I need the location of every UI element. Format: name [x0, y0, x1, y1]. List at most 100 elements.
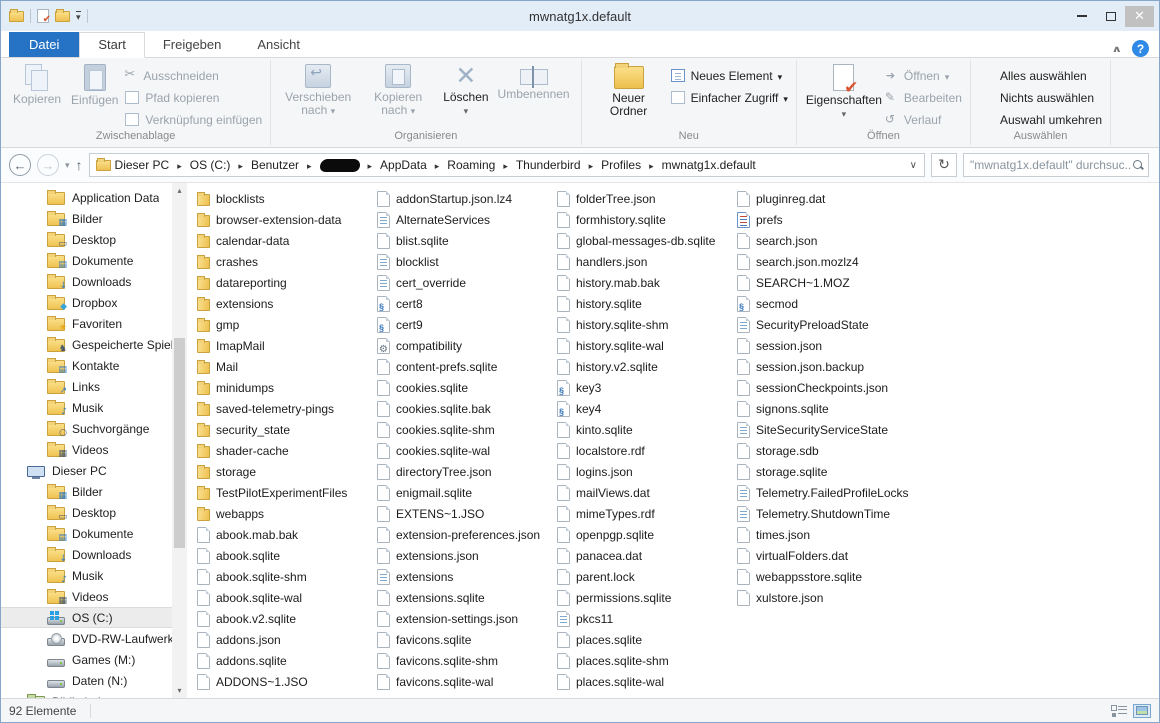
sidebar-item[interactable]: ♪ Musik: [1, 397, 172, 418]
breadcrumb-item[interactable]: Profiles: [581, 158, 641, 172]
sidebar-item[interactable]: Dieser PC: [1, 460, 172, 481]
file-item[interactable]: content-prefs.sqlite: [375, 356, 555, 377]
close-button[interactable]: ✕: [1125, 5, 1154, 27]
file-item[interactable]: extension-settings.json: [375, 608, 555, 629]
breadcrumb-item[interactable]: [299, 158, 360, 173]
file-item[interactable]: search.json: [735, 230, 915, 251]
file-item[interactable]: extensions.json: [375, 545, 555, 566]
move-to-button[interactable]: Verschieben nach: [279, 63, 357, 120]
file-item[interactable]: cookies.sqlite: [375, 377, 555, 398]
minimize-button[interactable]: [1067, 6, 1096, 27]
file-item[interactable]: abook.sqlite-wal: [195, 587, 375, 608]
file-item[interactable]: shader-cache: [195, 440, 375, 461]
breadcrumb-item[interactable]: OS (C:): [169, 158, 231, 172]
file-item[interactable]: SEARCH~1.MOZ: [735, 272, 915, 293]
file-item[interactable]: browser-extension-data: [195, 209, 375, 230]
file-item[interactable]: virtualFolders.dat: [735, 545, 915, 566]
file-item[interactable]: minidumps: [195, 377, 375, 398]
new-folder-icon[interactable]: [55, 8, 70, 22]
file-item[interactable]: key3: [555, 377, 735, 398]
file-item[interactable]: places.sqlite-wal: [555, 671, 735, 692]
file-item[interactable]: AlternateServices: [375, 209, 555, 230]
help-icon[interactable]: ?: [1132, 40, 1149, 57]
file-item[interactable]: Telemetry.ShutdownTime: [735, 503, 915, 524]
sidebar-item[interactable]: Games (M:): [1, 649, 172, 670]
easy-access-button[interactable]: Einfacher Zugriff: [670, 88, 788, 107]
file-item[interactable]: cert_override: [375, 272, 555, 293]
sidebar-item[interactable]: ★ Favoriten: [1, 313, 172, 334]
file-item[interactable]: history.sqlite: [555, 293, 735, 314]
file-item[interactable]: compatibility: [375, 335, 555, 356]
file-item[interactable]: blocklist: [375, 251, 555, 272]
customize-qat-chevron-icon[interactable]: ▾: [76, 11, 81, 22]
file-item[interactable]: parent.lock: [555, 566, 735, 587]
file-item[interactable]: crashes: [195, 251, 375, 272]
file-item[interactable]: permissions.sqlite: [555, 587, 735, 608]
file-item[interactable]: cert8: [375, 293, 555, 314]
breadcrumb-item[interactable]: Dieser PC: [115, 158, 170, 172]
file-item[interactable]: session.json.backup: [735, 356, 915, 377]
file-item[interactable]: storage.sdb: [735, 440, 915, 461]
sidebar-item[interactable]: ▤ Dokumente: [1, 523, 172, 544]
sidebar-item[interactable]: ▭ Desktop: [1, 229, 172, 250]
address-dropdown-chevron-icon[interactable]: ∨: [907, 160, 920, 171]
sidebar-item[interactable]: ▦ Videos: [1, 439, 172, 460]
open-button[interactable]: Öffnen: [885, 66, 962, 85]
edit-button[interactable]: Bearbeiten: [885, 88, 962, 107]
file-item[interactable]: abook.sqlite-shm: [195, 566, 375, 587]
file-item[interactable]: ADDONS~1.JSO: [195, 671, 375, 692]
file-item[interactable]: extensions: [375, 566, 555, 587]
file-item[interactable]: mailViews.dat: [555, 482, 735, 503]
file-item[interactable]: abook.sqlite: [195, 545, 375, 566]
paste-button[interactable]: Einfügen: [67, 63, 122, 108]
file-item[interactable]: history.v2.sqlite: [555, 356, 735, 377]
file-item[interactable]: cookies.sqlite-wal: [375, 440, 555, 461]
select-all-button[interactable]: Alles auswählen: [979, 66, 1102, 85]
file-item[interactable]: storage.sqlite: [735, 461, 915, 482]
invert-selection-button[interactable]: Auswahl umkehren: [979, 110, 1102, 129]
tab-start[interactable]: Start: [79, 32, 145, 58]
file-item[interactable]: xulstore.json: [735, 587, 915, 608]
file-item[interactable]: favicons.sqlite-shm: [375, 650, 555, 671]
file-item[interactable]: favicons.sqlite: [375, 629, 555, 650]
file-item[interactable]: secmod: [735, 293, 915, 314]
breadcrumb-item[interactable]: AppData: [360, 158, 427, 172]
sidebar-item[interactable]: Bibliotheken: [1, 691, 172, 698]
file-item[interactable]: enigmail.sqlite: [375, 482, 555, 503]
sidebar-item[interactable]: DVD-RW-Laufwerk: [1, 628, 172, 649]
recent-locations-chevron-icon[interactable]: [65, 160, 70, 171]
sidebar-item[interactable]: ↗ Links: [1, 376, 172, 397]
thumbnail-view-icon[interactable]: [1133, 703, 1151, 718]
file-item[interactable]: favicons.sqlite-wal: [375, 671, 555, 692]
delete-button[interactable]: ✕ Löschen: [439, 63, 492, 120]
file-item[interactable]: panacea.dat: [555, 545, 735, 566]
file-item[interactable]: gmp: [195, 314, 375, 335]
file-item[interactable]: blist.sqlite: [375, 230, 555, 251]
file-item[interactable]: blocklists: [195, 188, 375, 209]
file-item[interactable]: datareporting: [195, 272, 375, 293]
breadcrumb-item[interactable]: Benutzer: [230, 158, 299, 172]
file-item[interactable]: history.sqlite-wal: [555, 335, 735, 356]
file-item[interactable]: localstore.rdf: [555, 440, 735, 461]
file-item[interactable]: webappsstore.sqlite: [735, 566, 915, 587]
new-folder-button[interactable]: Neuer Ordner: [590, 63, 668, 119]
back-button[interactable]: ←: [9, 154, 31, 176]
refresh-button[interactable]: ↻: [931, 153, 957, 177]
sidebar-item[interactable]: ▦ Bilder: [1, 481, 172, 502]
properties-button[interactable]: Eigenschaften: [805, 63, 883, 123]
tab-view[interactable]: Ansicht: [239, 33, 318, 57]
search-input[interactable]: [970, 158, 1132, 172]
cut-button[interactable]: Ausschneiden: [124, 66, 262, 85]
new-item-button[interactable]: Neues Element: [670, 66, 788, 85]
properties-icon[interactable]: [37, 9, 51, 25]
sidebar-item[interactable]: ▭ Desktop: [1, 502, 172, 523]
file-item[interactable]: pluginreg.dat: [735, 188, 915, 209]
file-item[interactable]: logins.json: [555, 461, 735, 482]
file-item[interactable]: global-messages-db.sqlite: [555, 230, 735, 251]
file-item[interactable]: cookies.sqlite-shm: [375, 419, 555, 440]
file-item[interactable]: Telemetry.FailedProfileLocks: [735, 482, 915, 503]
scrollbar-thumb[interactable]: [174, 338, 185, 548]
file-item[interactable]: places.sqlite: [555, 629, 735, 650]
file-item[interactable]: prefs: [735, 209, 915, 230]
sidebar-item[interactable]: Application Data: [1, 187, 172, 208]
